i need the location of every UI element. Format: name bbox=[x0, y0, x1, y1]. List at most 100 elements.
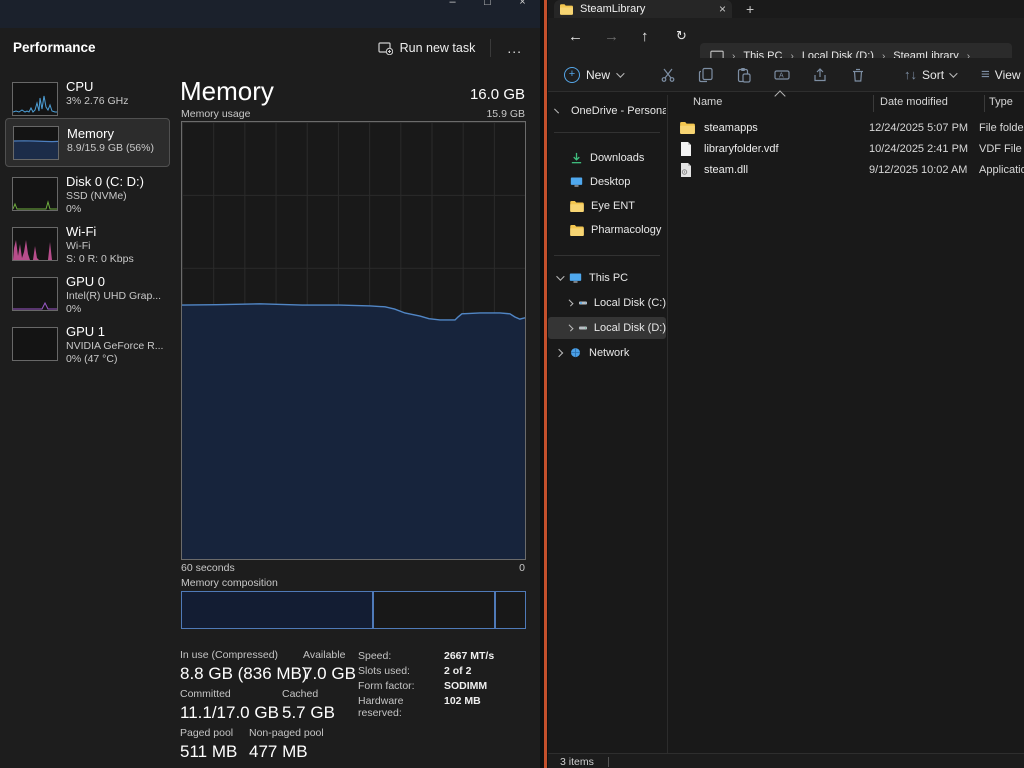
stat-in-use: In use (Compressed) 8.8 GB (836 MB) bbox=[180, 649, 308, 684]
maximize-button[interactable]: □ bbox=[470, 0, 505, 11]
view-button[interactable]: ≡ View bbox=[975, 65, 1024, 84]
navpane-item-this-pc[interactable]: This PC bbox=[548, 267, 666, 289]
column-header-type[interactable]: Type bbox=[989, 96, 1013, 108]
file-explorer-window: SteamLibrary × + ← → ↑ ↻ › This PC › Loc… bbox=[548, 0, 1024, 768]
sidebar-item-wifi[interactable]: Wi-Fi Wi-Fi S: 0 R: 0 Kbps bbox=[5, 221, 168, 265]
hardware-info: Speed: 2667 MT/s Slots used: 2 of 2 Form… bbox=[358, 650, 494, 719]
back-button[interactable]: ← bbox=[562, 27, 589, 46]
minimize-button[interactable]: – bbox=[435, 0, 470, 11]
navpane-item-onedrive[interactable]: OneDrive - Persona bbox=[548, 100, 666, 122]
share-icon bbox=[812, 67, 828, 83]
navpane-item-network[interactable]: Network bbox=[548, 342, 666, 364]
sidebar-item-detail: S: 0 R: 0 Kbps bbox=[66, 253, 134, 266]
stat-committed: Committed 11.1/17.0 GB bbox=[180, 688, 279, 723]
sidebar-item-title: GPU 0 bbox=[66, 274, 161, 290]
file-row-steamapps[interactable]: steamapps 12/24/2025 5:07 PM File folder bbox=[672, 117, 1024, 138]
navpane-item-downloads[interactable]: Downloads bbox=[548, 147, 666, 169]
tab-close-icon[interactable]: × bbox=[719, 2, 726, 16]
file-name: libraryfolder.vdf bbox=[704, 143, 869, 155]
sidebar-item-title: Wi-Fi bbox=[66, 224, 134, 240]
tab-title: SteamLibrary bbox=[580, 3, 712, 15]
navpane-label: Pharmacology bbox=[591, 224, 661, 236]
navpane-item-desktop[interactable]: Desktop bbox=[548, 171, 666, 193]
divider bbox=[490, 39, 491, 57]
delete-button[interactable] bbox=[846, 67, 870, 83]
drive-icon bbox=[579, 324, 587, 332]
column-separator[interactable] bbox=[873, 95, 874, 112]
file-row-libraryfolder[interactable]: libraryfolder.vdf 10/24/2025 2:41 PM VDF… bbox=[672, 138, 1024, 159]
column-separator[interactable] bbox=[984, 95, 985, 112]
new-tab-button[interactable]: + bbox=[746, 1, 754, 17]
navpane-label: OneDrive - Persona bbox=[571, 105, 666, 117]
up-button[interactable]: ↑ bbox=[635, 27, 655, 46]
run-new-task-icon bbox=[378, 42, 393, 55]
folder-icon bbox=[570, 201, 584, 212]
file-date: 12/24/2025 5:07 PM bbox=[869, 122, 979, 134]
share-button[interactable] bbox=[808, 67, 832, 83]
stat-cached: Cached 5.7 GB bbox=[282, 688, 335, 723]
file-row-steam-dll[interactable]: steam.dll 9/12/2025 10:02 AM Application bbox=[672, 159, 1024, 180]
chevron-right-icon bbox=[566, 300, 573, 307]
status-bar: 3 items bbox=[548, 753, 1024, 768]
refresh-button[interactable]: ↻ bbox=[670, 27, 693, 45]
svg-text:A: A bbox=[779, 72, 784, 79]
column-header-date[interactable]: Date modified bbox=[880, 96, 948, 108]
file-type: File folder bbox=[979, 122, 1024, 134]
sort-button[interactable]: ↑↓ Sort bbox=[898, 66, 961, 83]
monitor-icon bbox=[570, 176, 583, 188]
forward-button[interactable]: → bbox=[598, 27, 625, 46]
sidebar-item-detail: 0% (47 °C) bbox=[66, 353, 163, 366]
sidebar-item-detail: 0% bbox=[66, 303, 161, 316]
navpane-label: Local Disk (C:) bbox=[594, 297, 666, 309]
explorer-navigation-bar: ← → ↑ ↻ › This PC › Local Disk (D:) › St… bbox=[548, 18, 1024, 58]
monitor-icon bbox=[569, 272, 582, 284]
sidebar-item-detail: NVIDIA GeForce R... bbox=[66, 340, 163, 353]
wifi-graph-thumbnail bbox=[12, 227, 58, 261]
drive-icon bbox=[579, 299, 587, 307]
pane-divider bbox=[667, 95, 668, 753]
new-button[interactable]: + New bbox=[558, 66, 628, 84]
composition-standby-segment bbox=[374, 592, 496, 628]
divider bbox=[554, 255, 660, 256]
stat-available: Available 7.0 GB bbox=[303, 649, 356, 684]
composition-in-use-segment bbox=[182, 592, 374, 628]
rename-button[interactable]: A bbox=[770, 67, 794, 83]
hw-speed: Speed: 2667 MT/s bbox=[358, 650, 494, 662]
close-button[interactable]: × bbox=[505, 0, 540, 11]
copy-icon bbox=[698, 67, 714, 83]
chevron-down-icon bbox=[949, 69, 957, 77]
sidebar-item-cpu[interactable]: CPU 3% 2.76 GHz bbox=[5, 76, 168, 120]
navpane-item-local-disk-c[interactable]: Local Disk (C:) bbox=[548, 292, 666, 314]
navpane-item-pharmacology[interactable]: Pharmacology bbox=[548, 219, 666, 241]
memory-max-label: 15.9 GB bbox=[486, 108, 525, 120]
page-title: Performance bbox=[13, 40, 96, 55]
memory-panel: Memory 16.0 GB Memory usage 15.9 GB 60 s… bbox=[180, 80, 526, 760]
file-date: 9/12/2025 10:02 AM bbox=[869, 164, 979, 176]
navpane-item-eye-ent[interactable]: Eye ENT bbox=[548, 195, 666, 217]
sidebar-item-memory[interactable]: Memory 8.9/15.9 GB (56%) bbox=[5, 118, 170, 167]
more-options-button[interactable]: ... bbox=[497, 38, 532, 58]
tab-steamlibrary[interactable]: SteamLibrary × bbox=[554, 0, 732, 18]
run-new-task-button[interactable]: Run new task bbox=[369, 36, 485, 60]
navpane-label: This PC bbox=[589, 272, 628, 284]
memory-composition-bar bbox=[181, 591, 526, 629]
cpu-graph-thumbnail bbox=[12, 82, 58, 116]
navpane-label: Local Disk (D:) bbox=[594, 322, 666, 334]
sidebar-item-gpu0[interactable]: GPU 0 Intel(R) UHD Grap... 0% bbox=[5, 271, 168, 315]
dll-file-icon bbox=[680, 163, 692, 177]
sidebar-item-disk0[interactable]: Disk 0 (C: D:) SSD (NVMe) 0% bbox=[5, 171, 168, 215]
explorer-tab-bar: SteamLibrary × + bbox=[548, 0, 1024, 18]
sidebar-item-gpu1[interactable]: GPU 1 NVIDIA GeForce R... 0% (47 °C) bbox=[5, 321, 168, 365]
sidebar-item-title: Memory bbox=[67, 126, 154, 142]
divider bbox=[554, 132, 660, 133]
navpane-label: Downloads bbox=[590, 152, 644, 164]
copy-button[interactable] bbox=[694, 67, 718, 83]
task-manager-header: Performance Run new task ... bbox=[0, 28, 540, 68]
navpane-item-local-disk-d[interactable]: Local Disk (D:) bbox=[548, 317, 666, 339]
chevron-down-icon bbox=[556, 272, 564, 280]
cut-button[interactable] bbox=[656, 67, 680, 83]
folder-icon bbox=[560, 4, 573, 15]
file-date: 10/24/2025 2:41 PM bbox=[869, 143, 979, 155]
paste-button[interactable] bbox=[732, 67, 756, 83]
column-header-name[interactable]: Name bbox=[693, 96, 722, 108]
